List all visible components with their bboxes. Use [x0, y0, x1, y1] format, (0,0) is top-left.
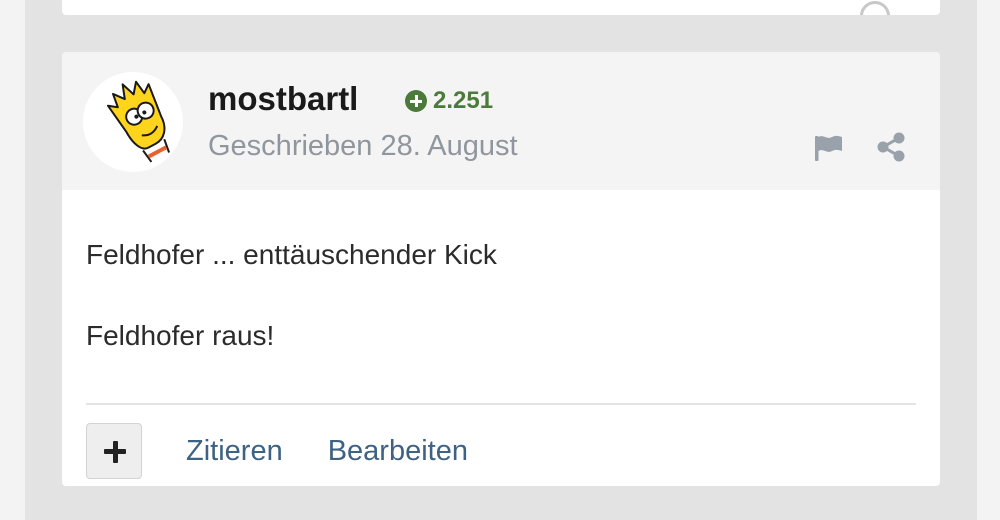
multiquote-button[interactable]	[86, 423, 142, 479]
post-content: Feldhofer ... enttäuschender Kick Feldho…	[86, 237, 916, 354]
edit-button[interactable]: Bearbeiten	[328, 435, 468, 468]
post-controls: Zitieren Bearbeiten	[86, 423, 468, 479]
avatar[interactable]	[83, 72, 183, 172]
post-header: mostbartl 2.251 Geschrieben 28. August	[62, 52, 940, 190]
quote-button[interactable]: Zitieren	[186, 435, 283, 468]
post-header-actions	[812, 130, 908, 164]
share-icon[interactable]	[874, 130, 908, 164]
reputation-badge: 2.251	[405, 86, 493, 116]
post-text-line: Feldhofer ... enttäuschender Kick	[86, 239, 497, 270]
previous-post-icon	[860, 1, 890, 15]
bart-simpson-avatar-icon	[106, 80, 171, 163]
flag-icon[interactable]	[812, 130, 846, 164]
post-card: mostbartl 2.251 Geschrieben 28. August F…	[62, 52, 940, 486]
reputation-value: 2.251	[433, 87, 494, 114]
post-text-line: Feldhofer raus!	[86, 320, 275, 351]
previous-post-card	[62, 0, 940, 15]
author-name[interactable]: mostbartl	[208, 79, 358, 119]
post-divider	[86, 403, 916, 405]
post-date[interactable]: Geschrieben 28. August	[208, 128, 518, 164]
plus-circle-icon	[405, 90, 427, 112]
